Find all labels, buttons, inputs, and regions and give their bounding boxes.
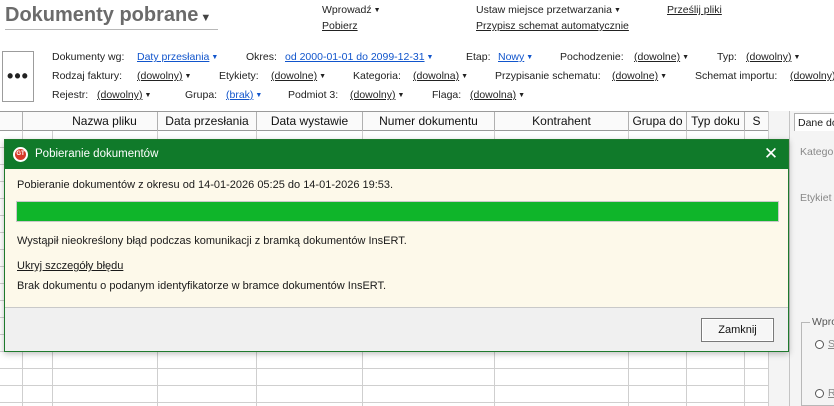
grid-header: Nazwa pliku Data przesłania Data wystawi… [0,111,768,131]
filter-etap-label: Etap: [466,51,491,63]
przeslij-pliki-link[interactable]: Prześlij pliki [667,4,722,16]
filter-dokumenty-wg-label: Dokumenty wg: [52,51,125,63]
column-nazwa-pliku[interactable]: Nazwa pliku [52,112,157,131]
filter-schemat-importu-label: Schemat importu: [695,70,778,82]
filter-grupa-label: Grupa: [185,89,218,101]
column-kontrahent[interactable]: Kontrahent [494,112,628,131]
app-logo-icon: GT [13,147,28,162]
progress-fill [17,202,778,221]
column-numer-dokumentu[interactable]: Numer dokumentu [362,112,494,131]
filter-flaga-label: Flaga: [432,89,462,101]
side-group-label: Wpro [810,316,834,328]
toggle-error-details-link[interactable]: Ukryj szczegóły błędu [17,260,123,272]
filter-dokumenty-wg-select[interactable]: Daty przesłania [137,51,218,63]
filter-typ-select[interactable]: (dowolny) [746,51,800,63]
dialog-title: Pobieranie dokumentów [35,148,159,160]
dialog-error-text: Wystąpił nieokreślony błąd podczas komun… [17,235,407,247]
column-s[interactable]: S [744,112,768,131]
filter-flaga-select[interactable]: (dowolna) [470,89,525,101]
chevron-down-icon: ▼ [200,11,212,24]
filter-typ-label: Typ: [717,51,737,63]
radio-option-1[interactable] [815,340,824,349]
more-filters-button[interactable]: ••• [2,51,34,102]
filter-pochodzenie-label: Pochodzenie: [560,51,624,63]
filter-przypisanie-select[interactable]: (dowolne) [612,70,667,82]
dialog-period-text: Pobieranie dokumentów z okresu od 14-01-… [17,179,394,191]
grid-header-spacer [22,112,23,131]
side-etykiety-label: Etykiet [800,192,832,204]
filter-etap-select[interactable]: Nowy [498,51,533,63]
filter-rodzaj-faktury-select[interactable]: (dowolny) [137,70,191,82]
filter-okres-label: Okres: [246,51,277,63]
filter-kategoria-select[interactable]: (dowolna) [413,70,468,82]
filter-okres-select[interactable]: od 2000-01-01 do 2099-12-31 [285,51,433,63]
page-title-text: Dokumenty pobrane [5,4,199,26]
dialog-error-details: Brak dokumentu o podanym identyfikatorze… [17,280,387,292]
radio-option-1-label: S [828,338,834,350]
column-data-przeslania[interactable]: Data przesłania [157,112,256,131]
wprowadz-menu[interactable]: Wprowadź [322,4,381,16]
ustaw-miejsce-menu[interactable]: Ustaw miejsce przetwarzania [476,4,621,16]
tab-dane-dokumentu[interactable]: Dane do [794,113,834,131]
filter-rejestr-select[interactable]: (dowolny) [97,89,151,101]
column-typ-dokumentu[interactable]: Typ doku [686,112,744,131]
filter-etykiety-label: Etykiety: [219,70,259,82]
column-grupa-dokumentow[interactable]: Grupa do [628,112,686,131]
page-title[interactable]: Dokumenty pobrane ▼ [5,4,211,27]
filter-schemat-importu-select[interactable]: (dowolny) [790,70,834,82]
close-icon[interactable]: ✕ [762,144,780,164]
download-progress-bar [16,201,779,222]
filter-rodzaj-faktury-label: Rodzaj faktury: [52,70,123,82]
filter-podmiot3-select[interactable]: (dowolny) [350,89,404,101]
filter-grupa-select[interactable]: (brak) [226,89,262,101]
close-button[interactable]: Zamknij [701,318,774,342]
app-logo-text: GT [15,149,26,160]
title-divider [5,29,218,30]
przypisz-schemat-link[interactable]: Przypisz schemat automatycznie [476,20,629,32]
radio-option-2-label: R [828,387,834,399]
filter-etykiety-select[interactable]: (dowolne) [271,70,326,82]
dialog-footer: Zamknij [5,307,788,351]
radio-option-2[interactable] [815,389,824,398]
side-kategoria-label: Katego [800,146,834,158]
filter-kategoria-label: Kategoria: [353,70,401,82]
filter-podmiot3-label: Podmiot 3: [288,89,339,101]
filter-przypisanie-label: Przypisanie schematu: [495,70,601,82]
column-data-wystawienia[interactable]: Data wystawie [256,112,362,131]
dialog-titlebar[interactable]: GT Pobieranie dokumentów ✕ [5,140,788,169]
filter-pochodzenie-select[interactable]: (dowolne) [634,51,689,63]
download-dialog: GT Pobieranie dokumentów ✕ Pobieranie do… [4,139,789,352]
details-side-panel: Dane do Katego Etykiet Wpro S R [789,111,834,406]
pobierz-link[interactable]: Pobierz [322,20,358,32]
filter-rejestr-label: Rejestr: [52,89,89,101]
